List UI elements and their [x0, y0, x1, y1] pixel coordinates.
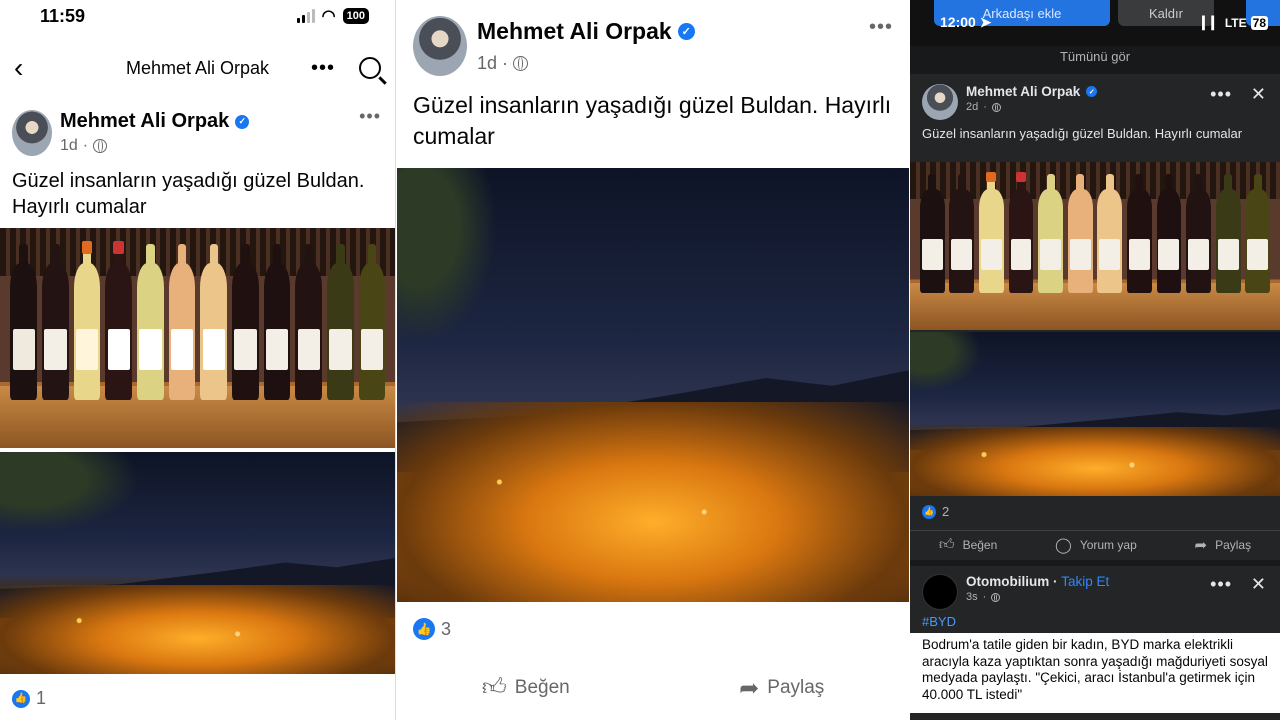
like-icon: 👍: [12, 689, 30, 708]
status-time: 11:59: [40, 5, 86, 26]
post-time[interactable]: 2d: [966, 101, 978, 113]
location-icon: ➤: [979, 14, 992, 30]
post-text: Güzel insanların yaşadığı güzel Buldan. …: [12, 170, 365, 218]
comment-button[interactable]: ◯ Yorum yap: [1055, 536, 1137, 554]
share-icon: ➦: [739, 674, 760, 702]
post-more-icon[interactable]: •••: [359, 106, 381, 127]
reaction-summary[interactable]: 👍 2: [922, 504, 949, 519]
post-header: Mehmet Ali Orpak ✓ 1d · •••: [0, 104, 395, 156]
next-post-card: Otomobilium · Takip Et 3s · ••• ✕ #BYD B…: [910, 566, 1280, 713]
verified-icon: ✓: [1086, 86, 1098, 97]
post-more-icon[interactable]: •••: [1210, 84, 1232, 105]
post-more-icon[interactable]: •••: [869, 16, 893, 39]
see-all-link[interactable]: Tümünü gör: [910, 46, 1280, 74]
top-bar: Arkadaşı ekle Kaldır 12:00 ➤ ▎▎ LTE 78: [910, 0, 1280, 46]
page-avatar[interactable]: [922, 574, 958, 610]
share-button[interactable]: ➦ Paylaş: [739, 674, 824, 703]
verified-icon: ✓: [235, 114, 250, 129]
post-time[interactable]: 3s: [966, 591, 978, 603]
post-image-night-city[interactable]: [910, 332, 1280, 496]
network-type: LTE: [1224, 15, 1247, 30]
reaction-count: 1: [36, 688, 47, 708]
search-icon[interactable]: [359, 57, 381, 79]
reaction-count: 3: [441, 618, 452, 639]
post-more-icon[interactable]: •••: [1210, 574, 1232, 595]
avatar[interactable]: [413, 16, 467, 76]
signal-icon: [296, 9, 315, 23]
status-bar: 12:00 ➤ ▎▎ LTE 78: [940, 14, 1268, 31]
status-bar: 11:59 ◠ 100: [0, 0, 395, 32]
post-card: Mehmet Ali Orpak ✓ 2d · ••• ✕ Güzel insa…: [910, 74, 1280, 156]
close-icon[interactable]: ✕: [1251, 574, 1266, 595]
post-image-wine[interactable]: [910, 162, 1280, 330]
left-screenshot-panel: 11:59 ◠ 100 ‹ Mehmet Ali Orpak ••• Mehme…: [0, 0, 396, 720]
like-icon: 👍: [922, 504, 936, 519]
battery-indicator: 78: [1250, 15, 1268, 30]
avatar[interactable]: [922, 84, 958, 120]
comment-icon: ◯: [1055, 536, 1072, 554]
verified-icon: ✓: [677, 23, 695, 40]
post-author[interactable]: Mehmet Ali Orpak: [966, 84, 1080, 99]
post-image-night-city[interactable]: [0, 452, 395, 674]
wifi-icon: ◠: [321, 8, 336, 25]
like-button[interactable]: 👍︎ Beğen: [939, 536, 997, 554]
post-actions: 👍︎ Beğen ◯ Yorum yap ➦ Paylaş: [910, 530, 1280, 558]
reaction-summary[interactable]: 👍 3: [413, 618, 451, 640]
next-post-text: Bodrum'a tatile giden bir kadın, BYD mar…: [910, 633, 1280, 713]
post-text: Güzel insanların yaşadığı güzel Buldan. …: [413, 92, 892, 149]
globe-icon: [991, 592, 1001, 602]
profile-nav-bar: ‹ Mehmet Ali Orpak •••: [0, 32, 395, 104]
post-time[interactable]: 1d: [477, 53, 497, 74]
middle-screenshot-panel: Mehmet Ali Orpak ✓ 1d · ••• Güzel insanl…: [397, 0, 909, 720]
globe-icon: [513, 56, 529, 71]
post-time[interactable]: 1d: [60, 137, 78, 155]
battery-indicator: 100: [342, 8, 369, 24]
page-name[interactable]: Otomobilium: [966, 574, 1049, 589]
more-icon[interactable]: •••: [311, 57, 335, 80]
post-author[interactable]: Mehmet Ali Orpak: [477, 18, 672, 45]
share-icon: ➦: [1194, 536, 1208, 554]
share-button[interactable]: ➦ Paylaş: [1195, 536, 1252, 554]
hashtag-link[interactable]: #BYD: [910, 610, 1280, 633]
reaction-summary[interactable]: 👍 1: [12, 688, 46, 709]
post-header: Mehmet Ali Orpak ✓ 1d · •••: [397, 0, 909, 76]
like-button[interactable]: 👍︎ Beğen: [482, 674, 570, 702]
post-image-night-city[interactable]: [397, 168, 909, 602]
post-actions: 👍︎ Beğen ➦ Paylaş: [397, 668, 909, 708]
post-author[interactable]: Mehmet Ali Orpak: [60, 110, 229, 133]
status-time: 12:00: [940, 14, 976, 30]
thumb-up-icon: 👍︎: [481, 674, 507, 701]
signal-icon: ▎▎: [1202, 15, 1221, 30]
right-screenshot-panel: Arkadaşı ekle Kaldır 12:00 ➤ ▎▎ LTE 78 T…: [910, 0, 1280, 720]
post-image-wine[interactable]: [0, 228, 395, 448]
avatar[interactable]: [12, 110, 52, 156]
thumb-up-icon: 👍︎: [938, 535, 955, 553]
globe-icon: [93, 139, 108, 153]
follow-button[interactable]: Takip Et: [1061, 574, 1109, 589]
like-icon: 👍: [413, 618, 435, 640]
globe-icon: [991, 102, 1001, 112]
post-text: Güzel insanların yaşadığı güzel Buldan. …: [922, 126, 1243, 141]
close-icon[interactable]: ✕: [1251, 84, 1266, 105]
reaction-count: 2: [942, 504, 950, 519]
back-arrow-icon[interactable]: ‹: [14, 52, 23, 84]
